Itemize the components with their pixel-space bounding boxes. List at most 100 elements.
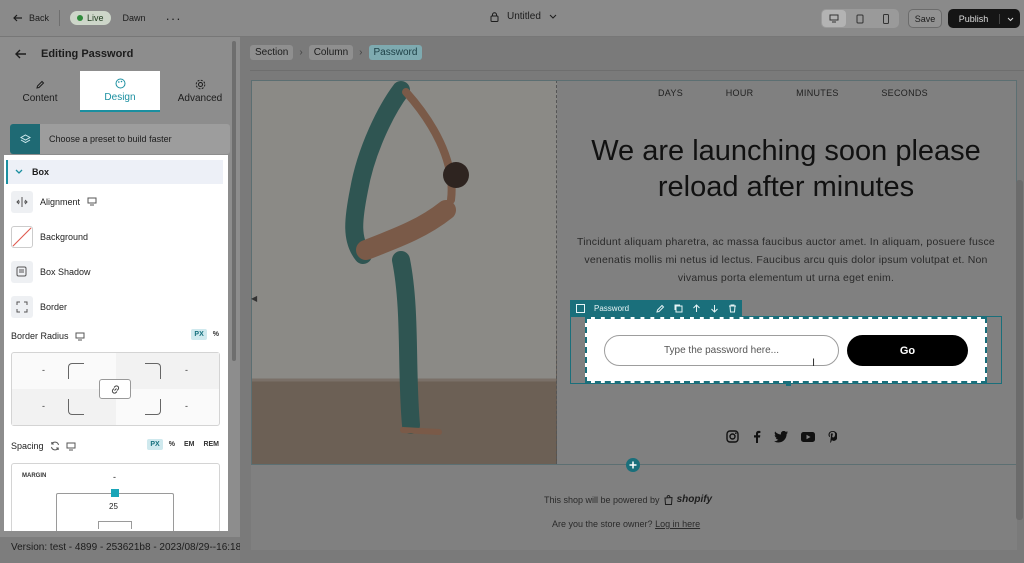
spacing-units: PX % EM REM: [147, 439, 222, 450]
canvas-scrollbar[interactable]: [1016, 180, 1023, 520]
box-shadow-row[interactable]: Box Shadow: [4, 254, 228, 289]
border-row[interactable]: Border: [4, 289, 228, 324]
border-radius-label: Border Radius: [11, 331, 69, 341]
unit-px[interactable]: PX: [147, 439, 163, 450]
publish-options-button[interactable]: [1000, 14, 1020, 24]
tab-advanced[interactable]: Advanced: [160, 71, 240, 112]
save-button[interactable]: Save: [908, 9, 942, 28]
preset-picker[interactable]: Choose a preset to build faster: [10, 124, 230, 154]
countdown-hour-label: HOUR: [725, 88, 754, 98]
breadcrumb-separator-icon: ›: [359, 47, 363, 58]
background-label: Background: [40, 231, 89, 242]
resize-handle[interactable]: [786, 381, 791, 386]
divider: [59, 10, 61, 26]
radius-top-right-value[interactable]: -: [185, 365, 188, 375]
radius-top-left-value[interactable]: -: [42, 365, 45, 375]
element-type-icon: [576, 303, 585, 313]
link-corners-button[interactable]: [99, 379, 131, 399]
content-box: [98, 521, 132, 529]
yoga-figure-image: [251, 80, 556, 464]
go-button[interactable]: Go: [847, 335, 968, 366]
countdown-seconds-label: SECONDS: [881, 88, 928, 98]
page-headline[interactable]: We are launching soon please reload afte…: [572, 133, 1000, 205]
border-icon: [11, 295, 33, 318]
radius-bottom-left-value[interactable]: -: [42, 401, 45, 411]
border-radius-units: PX %: [191, 329, 222, 340]
facebook-icon[interactable]: [752, 430, 761, 443]
tablet-icon: [856, 14, 864, 23]
back-arrow-icon[interactable]: [14, 48, 27, 60]
social-icons: [726, 430, 837, 443]
delete-icon[interactable]: [728, 304, 737, 313]
desktop-view-button[interactable]: [822, 10, 846, 27]
countdown-labels: DAYS HOUR MINUTES SECONDS: [658, 88, 928, 98]
login-link[interactable]: Log in here: [655, 519, 700, 529]
tab-design[interactable]: Design: [80, 71, 160, 112]
instagram-icon[interactable]: [726, 430, 739, 443]
divider: [250, 70, 1024, 71]
desktop-icon: [75, 332, 85, 340]
twitter-icon[interactable]: [774, 430, 788, 443]
chevron-down-icon: [1007, 17, 1013, 21]
background-row[interactable]: Background: [4, 219, 228, 254]
tab-content-label: Content: [22, 92, 58, 104]
move-up-icon[interactable]: [692, 303, 701, 313]
breadcrumb-column[interactable]: Column: [308, 45, 354, 60]
theme-name[interactable]: Dawn: [123, 13, 146, 23]
breadcrumb-separator-icon: ›: [299, 47, 303, 58]
back-button[interactable]: Back: [12, 12, 49, 24]
box-section-header[interactable]: Box: [6, 160, 223, 184]
corner-top-right: [145, 363, 161, 379]
page-paragraph[interactable]: Tincidunt aliquam pharetra, ac massa fau…: [575, 233, 997, 287]
shopify-bag-icon: [664, 494, 673, 505]
password-input[interactable]: Type the password here...: [604, 335, 839, 366]
tablet-view-button[interactable]: [848, 10, 872, 27]
border-label: Border: [40, 301, 68, 312]
countdown-minutes-label: MINUTES: [796, 88, 839, 98]
radius-bottom-right-value[interactable]: -: [185, 401, 188, 411]
preset-label: Choose a preset to build faster: [49, 134, 172, 144]
unit-percent[interactable]: %: [166, 439, 178, 450]
add-section-button[interactable]: [626, 458, 640, 472]
margin-top-value[interactable]: -: [113, 472, 116, 482]
alignment-row[interactable]: Alignment: [4, 184, 228, 219]
unit-rem[interactable]: REM: [200, 439, 222, 450]
breadcrumb-section[interactable]: Section: [250, 45, 294, 60]
breadcrumb-password[interactable]: Password: [368, 45, 423, 60]
hero-image[interactable]: [251, 80, 557, 464]
mobile-view-button[interactable]: [874, 10, 898, 27]
margin-label: MARGIN: [22, 473, 47, 479]
panel-scrollbar[interactable]: [232, 41, 236, 361]
margin-drag-handle[interactable]: [111, 489, 119, 497]
desktop-icon: [87, 197, 97, 206]
panel-tabs: Content Design Advanced: [0, 71, 240, 112]
pencil-icon: [36, 80, 45, 89]
sync-icon[interactable]: [50, 441, 60, 451]
element-label: Password: [594, 303, 630, 313]
padding-top-value[interactable]: 25: [109, 502, 118, 511]
unit-percent[interactable]: %: [210, 329, 222, 340]
version-text: Version: test - 4899 - 253621b8 - 2023/0…: [11, 542, 242, 553]
gear-icon: [195, 79, 205, 90]
youtube-icon[interactable]: [801, 431, 815, 442]
box-shadow-icon: [11, 260, 33, 283]
back-label: Back: [29, 13, 50, 23]
mobile-icon: [883, 13, 889, 24]
box-label: Box: [32, 167, 50, 177]
desktop-icon: [66, 442, 76, 450]
alignment-icon: [11, 190, 33, 213]
more-options-icon[interactable]: ···: [166, 11, 182, 26]
edit-icon[interactable]: [656, 304, 665, 313]
unit-px[interactable]: PX: [191, 329, 207, 340]
corner-bottom-right: [145, 399, 161, 415]
publish-button[interactable]: Publish: [948, 9, 1020, 28]
page-title: Untitled: [507, 11, 541, 22]
move-down-icon[interactable]: [710, 304, 719, 313]
collapse-panel-icon[interactable]: ◀: [251, 294, 257, 303]
desktop-icon: [829, 14, 839, 23]
pinterest-icon[interactable]: [828, 430, 837, 443]
tab-content[interactable]: Content: [0, 71, 80, 112]
page-selector[interactable]: Untitled: [490, 11, 557, 22]
unit-em[interactable]: EM: [181, 439, 198, 450]
duplicate-icon[interactable]: [674, 304, 683, 313]
